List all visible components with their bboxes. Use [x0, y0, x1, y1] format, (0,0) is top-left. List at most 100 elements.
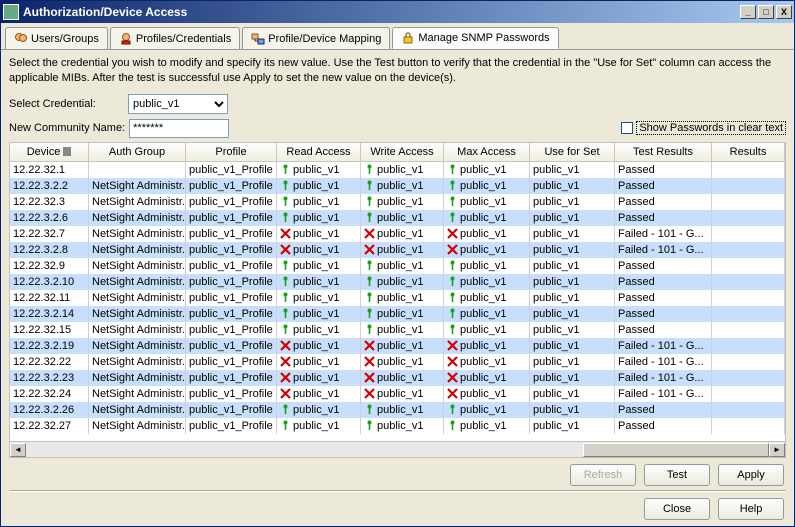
new-community-name-label: New Community Name:: [9, 122, 125, 134]
table-row[interactable]: 12.22.3.2.26NetSight Administr...public_…: [10, 402, 785, 418]
cell-write-access: public_v1: [361, 306, 444, 322]
cell-read-access: public_v1: [277, 322, 361, 338]
cell-results: [712, 290, 785, 306]
test-button[interactable]: Test: [644, 464, 710, 486]
cell-profile: public_v1_Profile: [186, 386, 277, 402]
column-header[interactable]: Max Access: [444, 143, 530, 161]
tab-label: Users/Groups: [31, 33, 99, 45]
apply-button[interactable]: Apply: [718, 464, 784, 486]
maximize-button[interactable]: □: [758, 5, 774, 19]
cell-profile: public_v1_Profile: [186, 322, 277, 338]
tab-bar: Users/Groups Profiles/CredentialsProfile/…: [1, 23, 794, 50]
cell-use-for-set: public_v1: [530, 306, 615, 322]
table-row[interactable]: 12.22.3.2.14NetSight Administr...public_…: [10, 306, 785, 322]
table-row[interactable]: 12.22.32.24NetSight Administr...public_v…: [10, 386, 785, 402]
cell-test-results: Passed: [615, 274, 712, 290]
cell-write-access: public_v1: [361, 258, 444, 274]
tab-profiles-credentials[interactable]: Profiles/Credentials: [110, 27, 240, 49]
tab-users-groups[interactable]: Users/Groups: [5, 27, 108, 49]
column-header[interactable]: Use for Set: [530, 143, 615, 161]
cell-write-access: public_v1: [361, 210, 444, 226]
show-passwords-checkbox[interactable]: [621, 122, 633, 134]
cell-write-access: public_v1: [361, 386, 444, 402]
table-row[interactable]: 12.22.3.2.23NetSight Administr...public_…: [10, 370, 785, 386]
cell-read-access: public_v1: [277, 274, 361, 290]
column-header[interactable]: Results: [712, 143, 785, 161]
cell-test-results: Passed: [615, 306, 712, 322]
cell-auth-group: NetSight Administr...: [89, 322, 186, 338]
table-row[interactable]: 12.22.32.7NetSight Administr...public_v1…: [10, 226, 785, 242]
cell-write-access: public_v1: [361, 178, 444, 194]
cell-use-for-set: public_v1: [530, 290, 615, 306]
cell-write-access: public_v1: [361, 242, 444, 258]
tab-label: Manage SNMP Passwords: [418, 32, 549, 44]
cell-results: [712, 402, 785, 418]
cell-test-results: Failed - 101 - G...: [615, 242, 712, 258]
cell-profile: public_v1_Profile: [186, 418, 277, 434]
table-row[interactable]: 12.22.32.11NetSight Administr...public_v…: [10, 290, 785, 306]
cell-profile: public_v1_Profile: [186, 338, 277, 354]
window-title: Authorization/Device Access: [23, 5, 187, 19]
cell-test-results: Failed - 101 - G...: [615, 370, 712, 386]
cell-read-access: public_v1: [277, 306, 361, 322]
minimize-button[interactable]: _: [740, 5, 756, 19]
cell-read-access: public_v1: [277, 226, 361, 242]
table-row[interactable]: 12.22.3.2.2NetSight Administr...public_v…: [10, 178, 785, 194]
cell-use-for-set: public_v1: [530, 370, 615, 386]
new-community-name-input[interactable]: [129, 119, 229, 138]
tab-manage-snmp-passwords[interactable]: Manage SNMP Passwords: [392, 27, 558, 49]
cell-device: 12.22.3.2.6: [10, 210, 89, 226]
cell-max-access: public_v1: [444, 402, 530, 418]
table-row[interactable]: 12.22.3.2.6NetSight Administr...public_v…: [10, 210, 785, 226]
select-credential-select[interactable]: public_v1: [128, 94, 228, 114]
table-row[interactable]: 12.22.3.2.19NetSight Administr...public_…: [10, 338, 785, 354]
cell-read-access: public_v1: [277, 162, 361, 178]
table-row[interactable]: 12.22.32.3NetSight Administr...public_v1…: [10, 194, 785, 210]
cell-profile: public_v1_Profile: [186, 178, 277, 194]
column-header[interactable]: Profile: [186, 143, 277, 161]
table-row[interactable]: 12.22.32.9NetSight Administr...public_v1…: [10, 258, 785, 274]
cell-max-access: public_v1: [444, 194, 530, 210]
cell-write-access: public_v1: [361, 322, 444, 338]
cell-max-access: public_v1: [444, 306, 530, 322]
table-row[interactable]: 12.22.3.2.8NetSight Administr...public_v…: [10, 242, 785, 258]
horizontal-scrollbar[interactable]: ◄ ►: [10, 441, 785, 457]
refresh-button[interactable]: Refresh: [570, 464, 636, 486]
help-button[interactable]: Help: [718, 498, 784, 520]
column-header[interactable]: Device: [10, 143, 89, 161]
cell-results: [712, 226, 785, 242]
device-table: DeviceAuth GroupProfileRead AccessWrite …: [9, 142, 786, 458]
table-row[interactable]: 12.22.32.15NetSight Administr...public_v…: [10, 322, 785, 338]
select-credential-label: Select Credential:: [9, 98, 124, 110]
titlebar: Authorization/Device Access _ □ X: [1, 1, 794, 23]
cell-use-for-set: public_v1: [530, 242, 615, 258]
cell-use-for-set: public_v1: [530, 338, 615, 354]
cell-use-for-set: public_v1: [530, 226, 615, 242]
cell-device: 12.22.32.27: [10, 418, 89, 434]
cell-profile: public_v1_Profile: [186, 226, 277, 242]
tab-profile-device-mapping[interactable]: Profile/Device Mapping: [242, 27, 390, 49]
close-dialog-button[interactable]: Close: [644, 498, 710, 520]
scroll-left-icon[interactable]: ◄: [10, 443, 26, 457]
table-row[interactable]: 12.22.3.2.10NetSight Administr...public_…: [10, 274, 785, 290]
column-header[interactable]: Test Results: [615, 143, 712, 161]
cell-auth-group: NetSight Administr...: [89, 242, 186, 258]
table-body[interactable]: 12.22.32.1public_v1_Profilepublic_v1publ…: [10, 162, 785, 441]
column-header[interactable]: Read Access: [277, 143, 361, 161]
scroll-right-icon[interactable]: ►: [769, 443, 785, 457]
cell-test-results: Passed: [615, 258, 712, 274]
app-icon: [3, 4, 19, 20]
column-header[interactable]: Write Access: [361, 143, 444, 161]
tab-icon: [401, 31, 415, 45]
cell-results: [712, 178, 785, 194]
column-header[interactable]: Auth Group: [89, 143, 186, 161]
cell-read-access: public_v1: [277, 386, 361, 402]
cell-results: [712, 418, 785, 434]
tab-icon: [119, 32, 133, 46]
close-button[interactable]: X: [776, 5, 792, 19]
table-row[interactable]: 12.22.32.22NetSight Administr...public_v…: [10, 354, 785, 370]
table-row[interactable]: 12.22.32.27NetSight Administr...public_v…: [10, 418, 785, 434]
cell-auth-group: NetSight Administr...: [89, 274, 186, 290]
cell-results: [712, 258, 785, 274]
table-row[interactable]: 12.22.32.1public_v1_Profilepublic_v1publ…: [10, 162, 785, 178]
